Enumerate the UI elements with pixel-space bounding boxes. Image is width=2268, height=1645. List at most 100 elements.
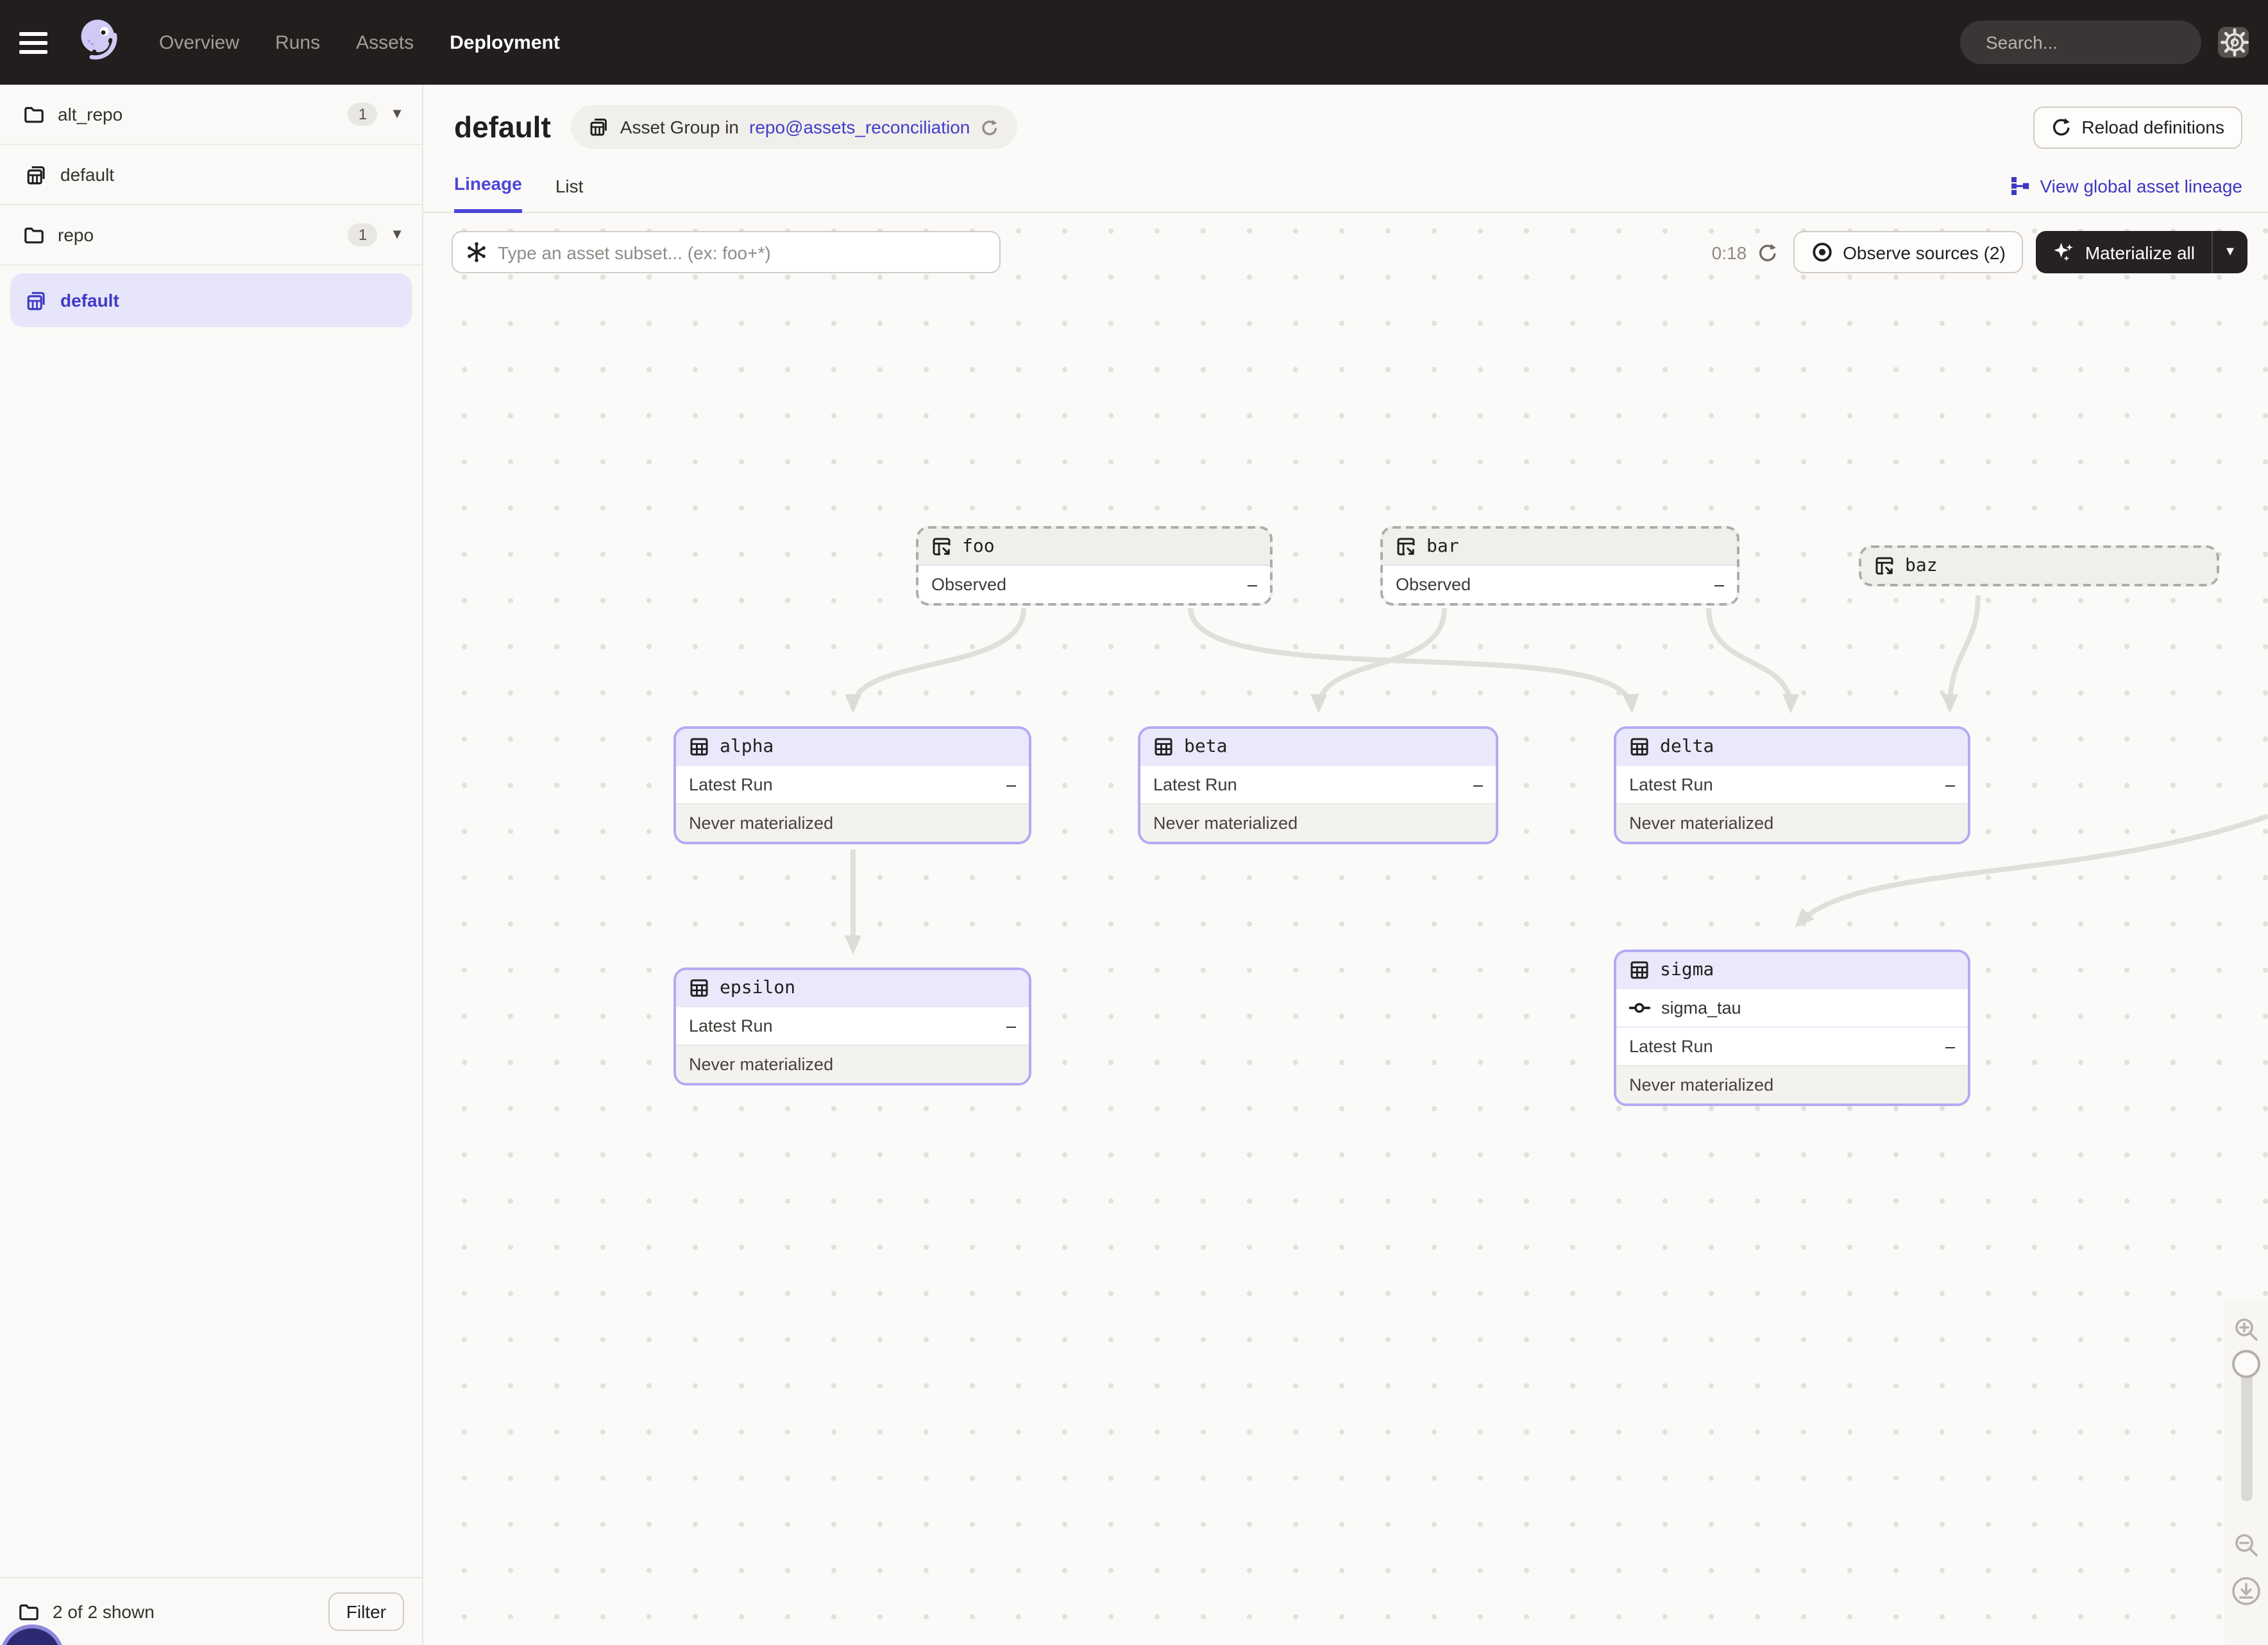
asset-group-icon bbox=[26, 164, 47, 185]
folder-icon bbox=[23, 224, 45, 246]
download-view-icon[interactable] bbox=[2231, 1576, 2262, 1607]
asset-name: delta bbox=[1660, 737, 1714, 757]
observed-label: Observed bbox=[931, 575, 1006, 594]
asset-name: foo bbox=[962, 536, 995, 557]
asset-node-alpha[interactable]: alpha Latest Run – Never materialized bbox=[673, 726, 1031, 844]
group-label: default bbox=[60, 164, 114, 185]
folder-icon bbox=[18, 1601, 40, 1623]
sidebar-item-default-altrepo[interactable]: default bbox=[0, 145, 422, 205]
materialize-sparkle-icon bbox=[2053, 241, 2075, 263]
sidebar-item-repo[interactable]: repo 1 ▼ bbox=[0, 205, 422, 266]
observe-eye-icon bbox=[1811, 241, 1832, 263]
main-panel: default Asset Group in repo@assets_recon… bbox=[423, 85, 2268, 1645]
source-asset-icon bbox=[1396, 536, 1416, 557]
latest-run-label: Latest Run bbox=[1629, 775, 1713, 794]
refresh-icon[interactable] bbox=[1757, 242, 1777, 262]
repo-count-badge: 1 bbox=[348, 103, 377, 126]
asset-name: bar bbox=[1426, 536, 1459, 557]
edge-bar-delta bbox=[1709, 608, 1791, 708]
zoom-in-icon[interactable] bbox=[2233, 1317, 2259, 1342]
asset-table-icon bbox=[1153, 737, 1174, 757]
latest-run-value: – bbox=[1945, 775, 1955, 794]
observed-label: Observed bbox=[1396, 575, 1471, 594]
source-asset-icon bbox=[1874, 556, 1895, 576]
materialize-all-group: Materialize all ▼ bbox=[2036, 231, 2247, 273]
latest-run-value: – bbox=[1945, 1037, 1955, 1056]
materialization-status: Never materialized bbox=[676, 803, 1029, 842]
reload-definitions-button[interactable]: Reload definitions bbox=[2033, 106, 2242, 148]
edge-foo-alpha bbox=[853, 608, 1024, 708]
dagster-logo-icon[interactable] bbox=[74, 15, 128, 69]
nav-runs[interactable]: Runs bbox=[275, 31, 320, 53]
zoom-out-icon[interactable] bbox=[2233, 1532, 2259, 1558]
materialize-all-button[interactable]: Materialize all bbox=[2036, 231, 2212, 273]
repo-link[interactable]: repo@assets_reconciliation bbox=[749, 117, 970, 137]
latest-run-value: – bbox=[1006, 1016, 1016, 1036]
sidebar-item-default-selected[interactable]: default bbox=[10, 273, 412, 327]
graph-toolbar: 0:18 Observe sources (2) bbox=[452, 231, 2247, 273]
asset-node-epsilon[interactable]: epsilon Latest Run – Never materialized bbox=[673, 967, 1031, 1086]
settings-button[interactable] bbox=[2201, 0, 2268, 85]
tab-lineage[interactable]: Lineage bbox=[454, 173, 522, 213]
search-input[interactable] bbox=[1986, 32, 2218, 53]
tab-list[interactable]: List bbox=[555, 176, 584, 212]
asset-node-bar[interactable]: bar Observed – bbox=[1380, 526, 1739, 606]
observe-sources-button[interactable]: Observe sources (2) bbox=[1793, 231, 2024, 273]
asset-node-delta[interactable]: delta Latest Run – Never materialized bbox=[1614, 726, 1970, 844]
asset-name: beta bbox=[1184, 737, 1227, 757]
nav-assets[interactable]: Assets bbox=[356, 31, 414, 53]
group-label: default bbox=[60, 290, 119, 311]
top-nav-bar: Overview Runs Assets Deployment / bbox=[0, 0, 2268, 85]
page-title: default bbox=[454, 110, 551, 144]
zoom-slider-handle[interactable] bbox=[2231, 1350, 2260, 1378]
nav-deployment[interactable]: Deployment bbox=[450, 31, 560, 53]
lineage-graph-icon bbox=[2011, 176, 2031, 196]
refresh-icon[interactable] bbox=[980, 117, 999, 137]
chevron-down-icon[interactable]: ▼ bbox=[390, 107, 404, 122]
global-search[interactable]: / bbox=[1960, 21, 2201, 64]
sidebar-item-alt-repo[interactable]: alt_repo 1 ▼ bbox=[0, 85, 422, 145]
edge-foo-delta bbox=[1190, 608, 1632, 708]
tab-bar: Lineage List View global asset lineage bbox=[423, 164, 2268, 213]
filter-button[interactable]: Filter bbox=[328, 1592, 404, 1631]
asset-check-icon bbox=[1629, 997, 1651, 1019]
observed-value: – bbox=[1248, 575, 1257, 594]
repo-label: alt_repo bbox=[58, 104, 123, 124]
lineage-edges bbox=[423, 223, 2268, 1645]
latest-run-label: Latest Run bbox=[1629, 1037, 1713, 1056]
view-global-lineage-link[interactable]: View global asset lineage bbox=[2011, 176, 2243, 212]
materialize-dropdown-button[interactable]: ▼ bbox=[2213, 231, 2247, 273]
repo-sidebar: alt_repo 1 ▼ default repo 1 ▼ bbox=[0, 85, 423, 1645]
lineage-canvas[interactable]: 0:18 Observe sources (2) bbox=[423, 223, 2268, 1645]
asset-name: baz bbox=[1905, 556, 1938, 576]
op-selector-icon bbox=[466, 241, 487, 263]
asset-group-pill: Asset Group in repo@assets_reconciliatio… bbox=[571, 105, 1018, 149]
asset-node-sigma[interactable]: sigma sigma_tau Latest Run – Never mater… bbox=[1614, 950, 1970, 1106]
asset-node-baz[interactable]: baz bbox=[1859, 545, 2219, 586]
asset-name: sigma bbox=[1660, 960, 1714, 980]
latest-run-label: Latest Run bbox=[689, 775, 773, 794]
latest-run-label: Latest Run bbox=[1153, 775, 1237, 794]
edge-baz-delta bbox=[1950, 595, 1978, 708]
asset-name: alpha bbox=[720, 737, 774, 757]
source-asset-icon bbox=[931, 536, 952, 557]
materialization-status: Never materialized bbox=[1616, 803, 1968, 842]
chevron-down-icon[interactable]: ▼ bbox=[390, 227, 404, 243]
view-global-lineage-label: View global asset lineage bbox=[2040, 176, 2243, 196]
asset-node-beta[interactable]: beta Latest Run – Never materialized bbox=[1138, 726, 1498, 844]
asset-check-row[interactable]: sigma_tau bbox=[1616, 988, 1968, 1027]
refresh-countdown: 0:18 bbox=[1712, 242, 1747, 262]
asset-subset-input[interactable] bbox=[498, 242, 986, 262]
nav-overview[interactable]: Overview bbox=[159, 31, 239, 53]
asset-table-icon bbox=[689, 737, 709, 757]
menu-button[interactable] bbox=[0, 0, 67, 85]
asset-table-icon bbox=[689, 978, 709, 998]
repo-count-badge: 1 bbox=[348, 223, 377, 246]
asset-subset-filter[interactable] bbox=[452, 231, 1001, 273]
materialization-status: Never materialized bbox=[676, 1044, 1029, 1083]
gear-icon bbox=[2221, 28, 2249, 56]
latest-run-value: – bbox=[1006, 775, 1016, 794]
materialization-status: Never materialized bbox=[1616, 1065, 1968, 1104]
zoom-slider[interactable] bbox=[2240, 1355, 2252, 1501]
asset-node-foo[interactable]: foo Observed – bbox=[916, 526, 1273, 606]
